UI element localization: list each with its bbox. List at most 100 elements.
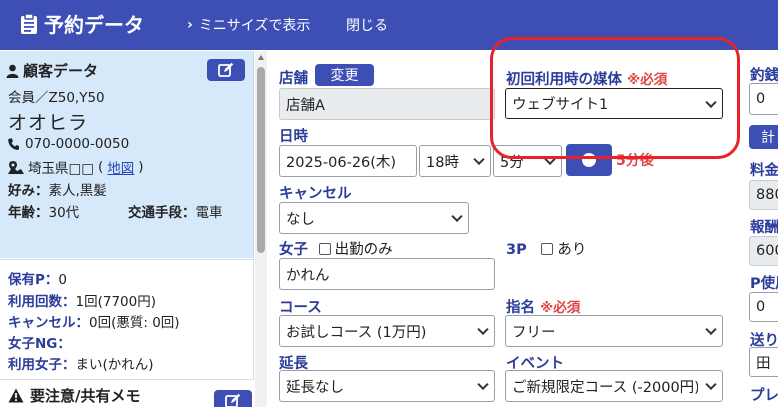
hour-select[interactable]: 18時 (419, 145, 491, 177)
fee-label: 料金 (750, 163, 778, 179)
visits-value: 1回(7700円) (75, 294, 156, 310)
map-link[interactable]: 地図 (107, 157, 134, 177)
clipboard-icon (21, 12, 37, 34)
cancel-select[interactable]: なし (279, 202, 469, 234)
close-button[interactable]: 閉じる (346, 15, 388, 35)
event-select[interactable]: ご新規限定コース (-2000円) (505, 370, 723, 402)
ng-row: 女子NG： (8, 332, 71, 352)
age-row: 年齢：30代 (8, 201, 79, 221)
address-row: 埼玉県□□ (地図) (8, 157, 144, 177)
phone-number: 070-0000-0050 (25, 136, 130, 152)
points-row: 保有P：0 (8, 268, 67, 288)
customer-edit-button[interactable] (207, 59, 245, 81)
change-input[interactable]: 0 (749, 83, 778, 115)
chevron-down-icon (473, 153, 485, 166)
course-select[interactable]: お試しコース (1万円) (279, 315, 495, 347)
chevron-down-icon (705, 323, 717, 336)
mini-size-button[interactable]: › ミニサイズで表示 (187, 15, 310, 35)
reward-label: 報酬 (750, 220, 778, 236)
phone-icon (8, 138, 19, 150)
reward-field: 600 (749, 236, 778, 266)
mini-size-label: ミニサイズで表示 (198, 18, 311, 34)
right-column: 釣銭 0 計 料金 880 報酬 600 P使用 0 送り 田 プレイ (748, 51, 778, 407)
scrollbar-thumb[interactable] (257, 67, 265, 253)
chevron-down-icon (477, 323, 489, 336)
cancel-select-value: なし (286, 211, 315, 228)
cancel-label: キャンセル (279, 186, 352, 202)
hour-select-value: 18時 (426, 154, 459, 171)
member-info: 会員／Z50,Y50 (8, 90, 105, 106)
cancel-stats-row: キャンセル：0回(悪質: 0回) (8, 311, 180, 331)
address-paren-open: ( (98, 159, 104, 175)
threep-label-row: 3P あり (506, 238, 586, 259)
p-use-label: P使用 (750, 276, 778, 292)
extension-select[interactable]: 延長なし (279, 370, 495, 402)
phone-row: 070-0000-0050 (8, 136, 129, 152)
window-title: 予約データ (20, 9, 144, 38)
course-select-value: お試しコース (1万円) (286, 324, 427, 341)
scroll-up-arrow-icon[interactable] (258, 55, 264, 60)
points-value: 0 (58, 272, 67, 288)
points-label: 保有P： (8, 272, 59, 288)
age-label: 年齢： (8, 205, 49, 221)
edit-icon (225, 393, 241, 407)
send-input[interactable]: 田 (749, 347, 778, 377)
date-field[interactable]: 2025-06-26(木) (279, 145, 417, 177)
play-label: プレイ (750, 388, 778, 404)
ng-label: 女子NG： (8, 336, 71, 352)
memo-section: 要注意/共有メモ (0, 379, 254, 407)
transport-row: 交通手段：電車 (128, 201, 223, 221)
address-paren-close: ) (138, 159, 144, 175)
used-girl-value: まい(かれん) (75, 357, 154, 373)
fee-field: 880 (749, 180, 778, 210)
nomination-select[interactable]: フリー (505, 315, 723, 347)
visits-row: 利用回数：1回(7700円) (8, 290, 156, 310)
p-use-input[interactable]: 0 (749, 292, 778, 322)
customer-heading-text: 顧客データ (23, 62, 99, 80)
girl-input[interactable]: かれん (279, 258, 495, 290)
used-girl-label: 利用女子： (8, 357, 76, 373)
warning-icon (8, 388, 24, 403)
event-select-value: ご新規限定コース (-2000円) (512, 379, 698, 396)
sidebar-scrollbar[interactable] (255, 51, 267, 407)
memo-heading-text: 要注意/共有メモ (30, 387, 141, 405)
memo-heading: 要注意/共有メモ (8, 385, 140, 406)
window-title-text: 予約データ (44, 13, 144, 37)
nomination-select-value: フリー (512, 324, 556, 341)
girl-label: 女子 (279, 242, 308, 258)
user-icon (6, 64, 19, 78)
datetime-label: 日時 (279, 129, 308, 145)
preferences-row: 好み：素人,黒髪 (8, 179, 107, 199)
age-value: 30代 (48, 205, 80, 221)
store-label: 店舗 (279, 71, 308, 87)
customer-panel: 顧客データ 会員／Z50,Y50 オオヒラ 070-0000-0050 埼玉県□… (0, 51, 254, 258)
transport-label: 交通手段： (128, 205, 196, 221)
calc-button[interactable]: 計 (749, 125, 778, 149)
change-label: 釣銭 (750, 68, 778, 84)
threep-checkbox[interactable] (541, 243, 554, 255)
chevron-right-icon: › (187, 17, 193, 33)
nomination-label: 指名 (506, 300, 535, 316)
store-field: 店舗A (279, 88, 495, 120)
course-label: コース (279, 300, 322, 316)
cancel-stats-label: キャンセル： (8, 315, 89, 331)
girl-attendance-checkbox[interactable] (318, 243, 331, 255)
extension-select-value: 延長なし (286, 379, 344, 396)
customer-name: オオヒラ (8, 112, 89, 134)
chevron-down-icon (451, 210, 463, 223)
reservation-window: 予約データ › ミニサイズで表示 閉じる 顧客データ 会員／Z50,Y50 オオ… (0, 0, 778, 407)
nomination-label-row: 指名 ※必須 (506, 296, 580, 317)
highlight-annotation (490, 37, 740, 159)
store-change-button[interactable]: 変更 (315, 64, 374, 86)
address-text: 埼玉県□□ (28, 161, 95, 177)
threep-checkbox-text: あり (557, 242, 587, 258)
memo-edit-button[interactable] (214, 390, 252, 407)
transport-value: 電車 (195, 205, 223, 221)
threep-label: 3P (506, 242, 527, 258)
visits-label: 利用回数： (8, 294, 76, 310)
calc-button-label: 計 (761, 130, 775, 146)
edit-icon (218, 62, 234, 77)
used-girl-row: 利用女子：まい(かれん) (8, 353, 154, 373)
chevron-down-icon (477, 378, 489, 391)
preferences-label: 好み： (8, 183, 49, 199)
